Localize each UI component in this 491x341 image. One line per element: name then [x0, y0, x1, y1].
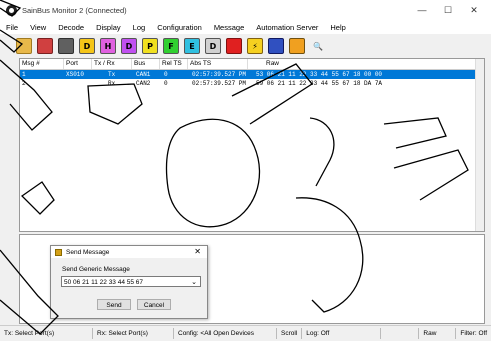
- col-txrx-header[interactable]: Tx / Rx: [92, 59, 132, 69]
- menu-automation-server[interactable]: Automation Server: [250, 23, 324, 32]
- cell-absts: 02:57:39.527 PM: [192, 80, 247, 87]
- cell-msg: 1: [22, 71, 26, 78]
- cell-raw: 59 06 21 11 22 33 44 55 67 18 DA 7A: [256, 80, 383, 87]
- cell-msg: 2: [22, 80, 26, 87]
- open-folder-icon[interactable]: [16, 38, 32, 54]
- status-bar: Tx: Select Port(s) Rx: Select Port(s) Co…: [0, 325, 491, 341]
- letter-d3-button[interactable]: D: [205, 38, 221, 54]
- dialog-title-bar: Send Message ✕: [51, 246, 207, 258]
- record-icon[interactable]: [226, 38, 242, 54]
- title-bar: SainBus Monitor 2 (Connected) — ☐ ✕: [0, 0, 491, 20]
- letter-h-button[interactable]: H: [100, 38, 116, 54]
- col-relts-header[interactable]: Rel TS: [160, 59, 188, 69]
- cell-raw: 53 06 21 11 22 33 44 55 67 18 00 00: [256, 71, 383, 78]
- letter-e-button[interactable]: E: [184, 38, 200, 54]
- menu-configuration[interactable]: Configuration: [151, 23, 208, 32]
- status-filter[interactable]: Filter: Off: [456, 328, 491, 339]
- cell-bus: CAN2: [136, 80, 151, 87]
- status-config[interactable]: Config: <All Open Devices: [174, 328, 277, 339]
- minimize-button[interactable]: —: [408, 0, 436, 20]
- letter-f-button[interactable]: F: [163, 38, 179, 54]
- letter-p-button[interactable]: P: [142, 38, 158, 54]
- col-msg-header[interactable]: Msg #: [20, 59, 64, 69]
- message-input[interactable]: 50 06 21 11 22 33 44 55 67 ⌄: [61, 276, 201, 287]
- table-row[interactable]: 1 XS010 Tx CAN1 0 02:57:39.527 PM 53 06 …: [20, 70, 484, 79]
- status-tx[interactable]: Tx: Select Port(s): [0, 328, 93, 339]
- toolbar: D H D P F E D ⚡ 🔍: [0, 34, 491, 58]
- col-port-header[interactable]: Port: [64, 59, 92, 69]
- filter-icon[interactable]: [58, 38, 74, 54]
- letter-d-button[interactable]: D: [79, 38, 95, 54]
- col-raw-header[interactable]: Raw: [248, 59, 478, 69]
- chart-icon[interactable]: [289, 38, 305, 54]
- dialog-title: Send Message: [66, 248, 110, 256]
- send-button[interactable]: Send: [97, 299, 131, 310]
- chevron-down-icon[interactable]: ⌄: [191, 277, 197, 288]
- close-button[interactable]: ✕: [460, 0, 488, 20]
- cell-relts: 0: [164, 80, 168, 87]
- send-message-dialog: Send Message ✕ Send Generic Message 50 0…: [50, 245, 208, 319]
- menu-message[interactable]: Message: [208, 23, 250, 32]
- cell-port: XS010: [66, 71, 85, 78]
- menu-decode[interactable]: Decode: [52, 23, 90, 32]
- cell-txrx: Tx: [108, 71, 116, 78]
- menu-display[interactable]: Display: [90, 23, 127, 32]
- color-config-icon[interactable]: [37, 38, 53, 54]
- menu-help[interactable]: Help: [324, 23, 351, 32]
- cell-absts: 02:57:39.527 PM: [192, 71, 247, 78]
- left-margin: [0, 58, 19, 325]
- status-log[interactable]: Log: Off: [302, 328, 382, 339]
- main-window: SainBus Monitor 2 (Connected) — ☐ ✕ File…: [0, 0, 491, 341]
- grid-header: Msg # Port Tx / Rx Bus Rel TS Abs TS Raw: [20, 59, 484, 70]
- menu-bar: File View Decode Display Log Configurati…: [0, 20, 491, 34]
- lightning-icon[interactable]: ⚡: [247, 38, 263, 54]
- message-icon: [55, 248, 62, 256]
- window-title: SainBus Monitor 2 (Connected): [22, 5, 127, 15]
- cancel-button[interactable]: Cancel: [137, 299, 171, 310]
- menu-file[interactable]: File: [0, 23, 24, 32]
- cell-txrx: Rx: [108, 80, 116, 87]
- message-input-value: 50 06 21 11 22 33 44 55 67: [64, 279, 144, 286]
- maximize-button[interactable]: ☐: [434, 0, 462, 20]
- message-grid[interactable]: Msg # Port Tx / Rx Bus Rel TS Abs TS Raw…: [19, 58, 485, 232]
- status-rx[interactable]: Rx: Select Port(s): [93, 328, 174, 339]
- menu-log[interactable]: Log: [127, 23, 152, 32]
- table-row[interactable]: 2 Rx CAN2 0 02:57:39.527 PM 59 06 21 11 …: [20, 79, 484, 88]
- cell-bus: CAN1: [136, 71, 151, 78]
- send-generic-message-label: Send Generic Message: [62, 266, 130, 273]
- col-absts-header[interactable]: Abs TS: [188, 59, 248, 69]
- status-raw[interactable]: Raw: [418, 328, 457, 339]
- menu-view[interactable]: View: [24, 23, 52, 32]
- app-logo-icon: [6, 4, 17, 16]
- monitor-icon[interactable]: [268, 38, 284, 54]
- search-icon[interactable]: 🔍: [310, 38, 326, 54]
- letter-d2-button[interactable]: D: [121, 38, 137, 54]
- dialog-close-button[interactable]: ✕: [194, 247, 201, 256]
- cell-relts: 0: [164, 71, 168, 78]
- col-bus-header[interactable]: Bus: [132, 59, 160, 69]
- vertical-scrollbar[interactable]: [475, 59, 484, 231]
- status-scroll[interactable]: Scroll: [277, 328, 303, 339]
